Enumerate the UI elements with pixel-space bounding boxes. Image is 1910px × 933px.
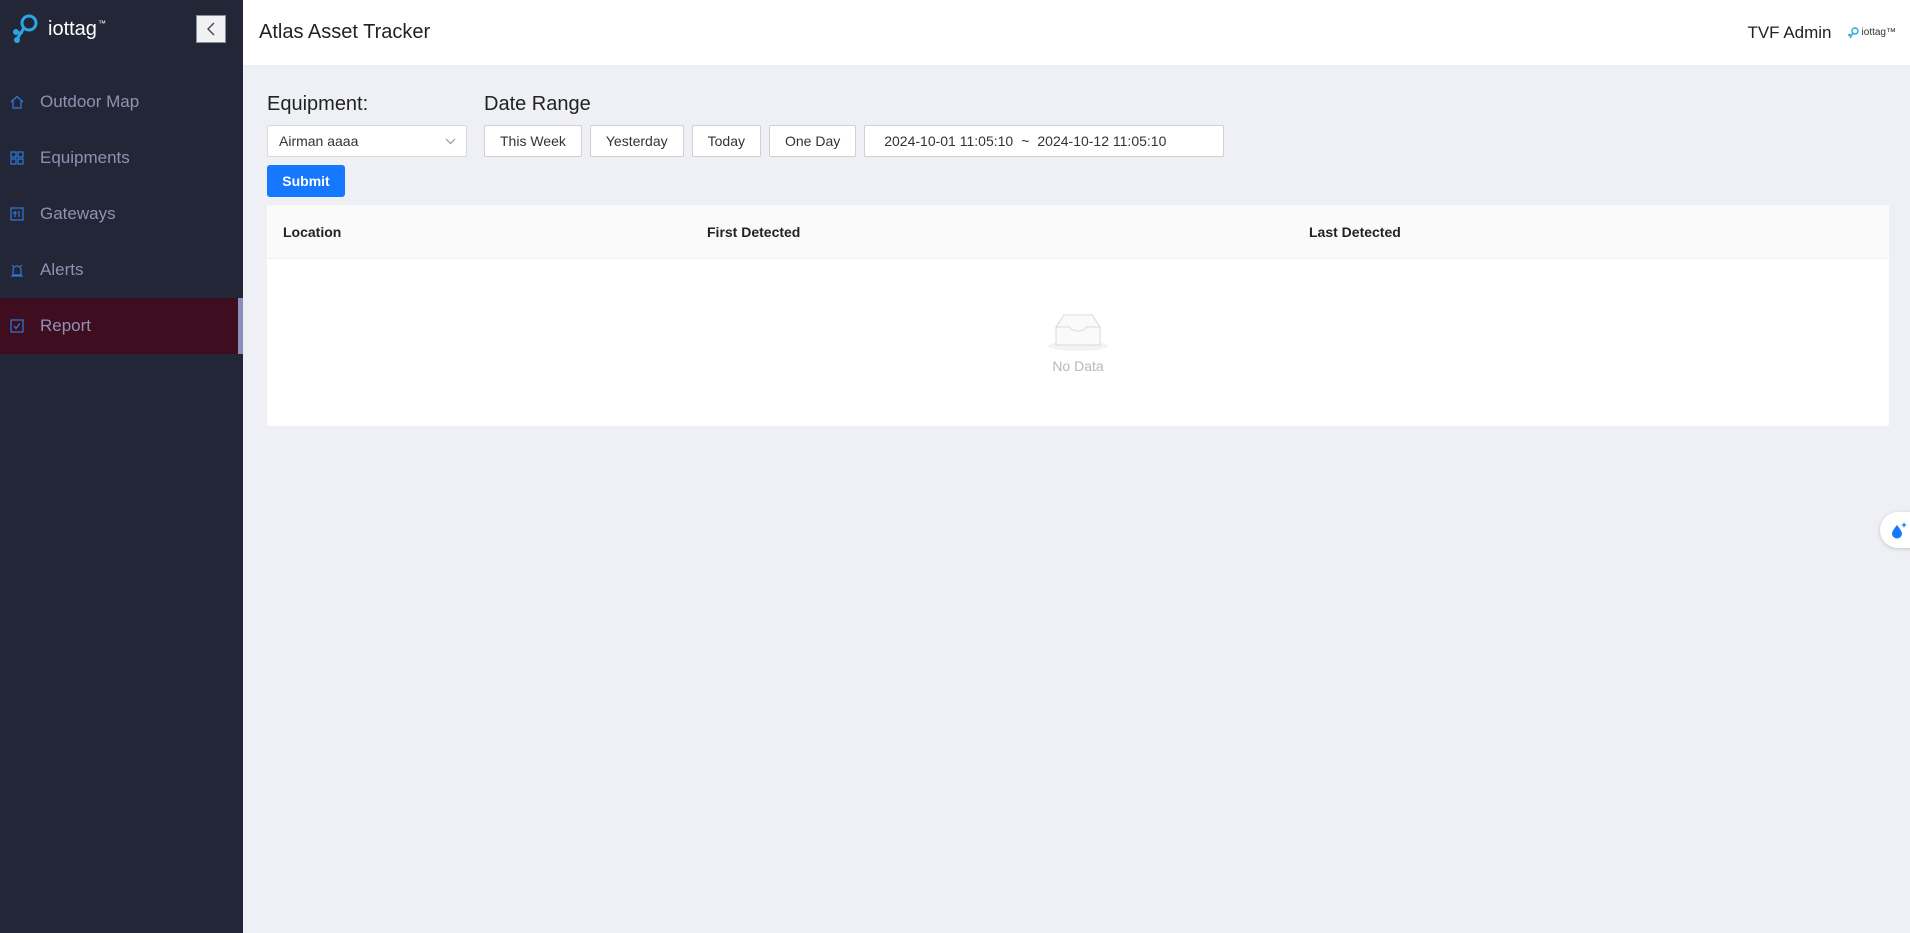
sidebar-item-outdoor-map[interactable]: Outdoor Map — [0, 74, 243, 130]
equipment-select[interactable]: Airman aaaa — [267, 125, 467, 157]
alarm-icon — [11, 264, 23, 277]
sidebar-item-label: Equipments — [40, 148, 130, 167]
topbar-right: TVF Admin iottag™ — [1747, 23, 1896, 43]
preset-today-button[interactable]: Today — [691, 125, 761, 157]
report-table: Location First Detected Last Detected No… — [267, 205, 1889, 426]
empty-inbox-icon — [1048, 314, 1108, 351]
submit-button[interactable]: Submit — [267, 165, 345, 197]
range-start-input[interactable]: 2024-10-01 11:05:10 — [884, 133, 1013, 149]
sidebar-item-gateways[interactable]: Gateways — [0, 186, 243, 242]
water-drop-sparkle-icon — [1892, 522, 1907, 539]
column-header-first-detected: First Detected — [707, 223, 801, 240]
preset-yesterday-button[interactable]: Yesterday — [589, 125, 684, 157]
column-header-last-detected: Last Detected — [1309, 223, 1401, 240]
sidebar-item-label: Gateways — [40, 204, 116, 223]
app-root: iottag™ Outdoor Map Equipments Gateways … — [0, 0, 1910, 933]
sidebar-item-label: Report — [40, 316, 92, 335]
iottag-logo-icon — [13, 14, 38, 43]
sidebar-nav: Outdoor Map Equipments Gateways Alerts R… — [0, 74, 243, 354]
date-range-picker[interactable]: 2024-10-01 11:05:10 ~ 2024-10-12 11:05:1… — [864, 125, 1225, 157]
column-header-location: Location — [283, 223, 342, 240]
equipment-filter: Equipment: Airman aaaa — [267, 89, 467, 157]
filter-bar: Equipment: Airman aaaa Date Range This W… — [267, 89, 1889, 157]
topbar: Atlas Asset Tracker TVF Admin iottag™ — [243, 0, 1910, 65]
date-range-label: Date Range — [484, 93, 591, 115]
date-range-row: This Week Yesterday Today One Day 2024-1… — [484, 125, 1225, 157]
range-end-input[interactable]: 2024-10-12 11:05:10 — [1037, 133, 1166, 149]
range-separator: ~ — [1021, 133, 1030, 149]
table-header: Location First Detected Last Detected — [267, 205, 1889, 259]
sidebar-item-label: Outdoor Map — [40, 92, 140, 111]
page-title: Atlas Asset Tracker — [259, 21, 431, 43]
table-empty-state: No Data — [267, 259, 1889, 426]
preset-one-day-button[interactable]: One Day — [768, 125, 857, 157]
checkbox-icon — [10, 319, 24, 333]
equipment-label: Equipment: — [267, 93, 369, 115]
chevron-down-icon — [445, 138, 456, 144]
report-content: Equipment: Airman aaaa Date Range This W… — [243, 65, 1910, 548]
iottag-logo-icon — [1847, 26, 1859, 38]
sidebar-item-alerts[interactable]: Alerts — [0, 242, 243, 298]
sidebar-item-report[interactable]: Report — [0, 298, 243, 354]
empty-text: No Data — [1052, 358, 1104, 374]
gateway-icon — [10, 207, 24, 221]
preset-this-week-button[interactable]: This Week — [484, 125, 582, 157]
chevron-left-icon — [207, 22, 215, 36]
floating-assistant-button[interactable] — [1880, 512, 1910, 548]
sidebar-item-equipments[interactable]: Equipments — [0, 130, 243, 186]
small-brand-logo: iottag™ — [1846, 26, 1896, 40]
date-range-filter: Date Range This Week Yesterday Today One… — [484, 89, 1225, 157]
sidebar-item-label: Alerts — [40, 260, 84, 279]
grid-icon — [10, 151, 24, 165]
equipment-select-value: Airman aaaa — [279, 133, 359, 149]
main-area: Atlas Asset Tracker TVF Admin iottag™ Eq… — [243, 0, 1910, 933]
brand-name: iottag™ — [48, 17, 106, 40]
home-icon — [10, 95, 24, 109]
sidebar: iottag™ Outdoor Map Equipments Gateways … — [0, 0, 243, 933]
collapse-sidebar-button[interactable] — [196, 15, 226, 43]
user-menu[interactable]: TVF Admin — [1747, 23, 1831, 43]
